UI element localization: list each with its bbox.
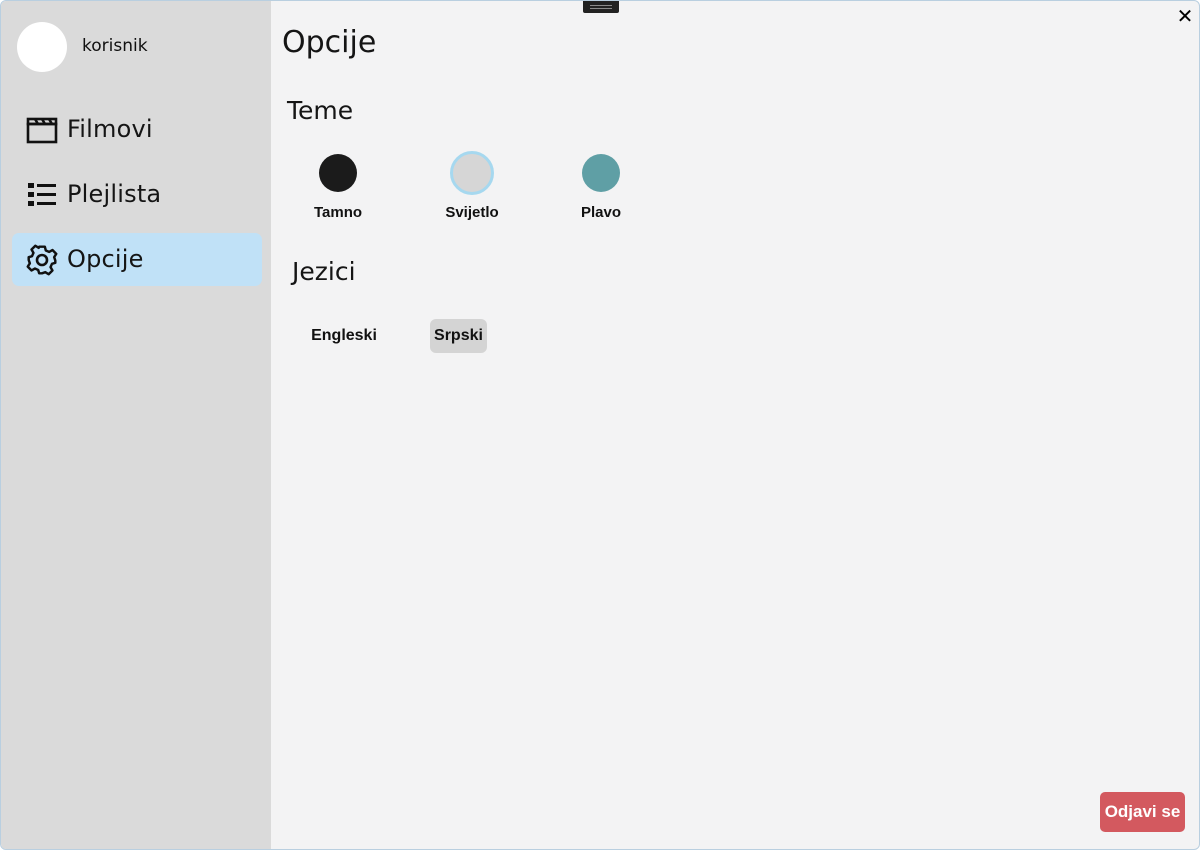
avatar[interactable]	[17, 22, 67, 72]
theme-option-svijetlo[interactable]: Svijetlo	[422, 151, 522, 227]
theme-option-tamno[interactable]: Tamno	[288, 152, 388, 227]
sidebar-item-label: Opcije	[67, 245, 144, 273]
list-icon	[26, 179, 58, 211]
language-option-engleski[interactable]: Engleski	[306, 319, 382, 353]
sidebar: korisnik Filmovi Plejlista Opcije	[1, 1, 271, 849]
theme-label: Tamno	[313, 204, 363, 221]
logout-button[interactable]: Odjavi se	[1100, 792, 1185, 832]
window-drag-handle[interactable]	[583, 1, 619, 13]
theme-label: Svijetlo	[445, 204, 499, 221]
page-title: Opcije	[282, 25, 377, 60]
username: korisnik	[82, 36, 148, 56]
gear-icon	[26, 244, 58, 276]
languages-heading: Jezici	[292, 257, 356, 286]
sidebar-item-label: Plejlista	[67, 180, 162, 208]
language-option-srpski[interactable]: Srpski	[430, 319, 487, 353]
close-button[interactable]: ✕	[1174, 6, 1196, 28]
theme-label: Plavo	[580, 204, 622, 221]
film-clapper-icon	[26, 114, 58, 146]
sidebar-item-plejlista[interactable]: Plejlista	[12, 168, 262, 221]
theme-swatch-dark	[319, 154, 357, 192]
app-window: ✕ korisnik Filmovi Plejlista Opcije Opci…	[0, 0, 1200, 850]
theme-swatch-light	[450, 151, 494, 195]
sidebar-item-label: Filmovi	[67, 115, 153, 143]
theme-swatch-blue	[582, 154, 620, 192]
themes-heading: Teme	[287, 96, 354, 125]
theme-option-plavo[interactable]: Plavo	[551, 152, 651, 227]
sidebar-item-opcije[interactable]: Opcije	[12, 233, 262, 286]
sidebar-item-filmovi[interactable]: Filmovi	[12, 103, 262, 156]
